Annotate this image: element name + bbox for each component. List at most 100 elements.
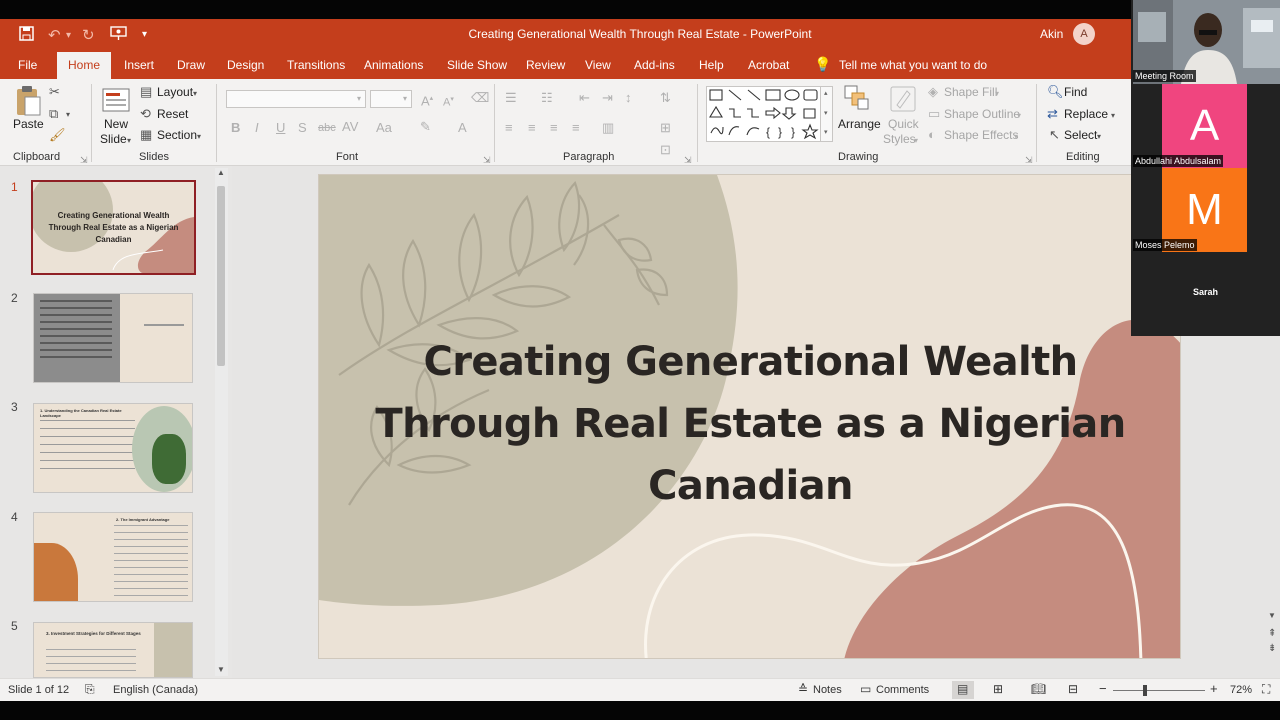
font-name-dropdown-icon[interactable]: ▾: [357, 92, 361, 106]
accessibility-icon[interactable]: ⎘: [85, 682, 95, 697]
shapes-gallery[interactable]: {}}: [706, 86, 833, 142]
new-slide-dropdown-icon[interactable]: ▾: [127, 134, 131, 148]
thumbnail-scrollbar[interactable]: ▲ ▼: [215, 168, 228, 676]
language-indicator[interactable]: English (Canada): [113, 684, 198, 696]
shadow-icon[interactable]: S: [298, 121, 307, 135]
cut-icon[interactable]: ✂: [49, 85, 60, 99]
layout-icon[interactable]: ▤: [140, 85, 152, 99]
slide-thumbnail-3[interactable]: 1. Understanding the Canadian Real Estat…: [33, 403, 193, 493]
zoom-slider-thumb[interactable]: [1143, 685, 1147, 696]
canvas-scroll-down-icon[interactable]: ▼: [1268, 611, 1276, 620]
bold-icon[interactable]: B: [231, 121, 240, 135]
new-slide-icon[interactable]: [102, 85, 132, 115]
previous-slide-icon[interactable]: ⇞: [1268, 628, 1276, 639]
zoom-level[interactable]: 72%: [1230, 684, 1252, 696]
increase-font-icon[interactable]: A▴: [421, 92, 433, 108]
align-right-icon[interactable]: ≡: [550, 121, 558, 135]
normal-view-button[interactable]: ▤: [952, 681, 974, 699]
shape-fill-button[interactable]: Shape Fill: [944, 85, 997, 99]
select-dropdown-icon[interactable]: ▾: [1097, 130, 1101, 144]
zoom-in-icon[interactable]: +: [1210, 681, 1218, 696]
select-button[interactable]: Select: [1064, 128, 1097, 142]
slide-show-view-icon[interactable]: ⊟: [1068, 682, 1078, 696]
replace-button[interactable]: Replace: [1064, 107, 1108, 121]
paste-button[interactable]: Paste: [13, 117, 44, 131]
slide-thumbnail-1[interactable]: Creating Generational Wealth Through Rea…: [31, 180, 196, 275]
copy-dropdown-icon[interactable]: ▾: [66, 108, 70, 122]
tab-file[interactable]: File: [18, 58, 37, 72]
tab-transitions[interactable]: Transitions: [287, 58, 345, 72]
quick-styles-dropdown-icon[interactable]: ▾: [914, 134, 918, 148]
scroll-thumb[interactable]: [217, 186, 225, 366]
tab-add-ins[interactable]: Add-ins: [634, 58, 675, 72]
scroll-down-icon[interactable]: ▼: [217, 665, 225, 674]
numbering-icon[interactable]: ☷: [541, 91, 553, 105]
gallery-more-icon[interactable]: ▾: [824, 128, 828, 136]
copy-icon[interactable]: ⧉: [49, 107, 58, 121]
slide-1[interactable]: Creating Generational Wealth Through Rea…: [318, 174, 1181, 659]
user-name[interactable]: Akin: [1040, 27, 1063, 41]
columns-icon[interactable]: ▥: [602, 121, 614, 135]
slide-title[interactable]: Creating Generational Wealth Through Rea…: [359, 331, 1142, 517]
slide-thumbnail-5[interactable]: 3. Investment Strategies for Different S…: [33, 622, 193, 678]
tab-view[interactable]: View: [585, 58, 611, 72]
arrange-icon[interactable]: [844, 85, 870, 111]
quick-styles-label-1[interactable]: Quick: [888, 117, 919, 131]
layout-dropdown-icon[interactable]: ▾: [193, 87, 197, 101]
tab-slide-show[interactable]: Slide Show: [447, 58, 507, 72]
layout-button[interactable]: Layout: [157, 85, 193, 99]
align-text-icon[interactable]: ⊞: [660, 121, 671, 135]
reset-icon[interactable]: ⟲: [140, 107, 151, 121]
section-icon[interactable]: ▦: [140, 128, 152, 142]
select-icon[interactable]: ↖: [1049, 128, 1060, 142]
clear-formatting-icon[interactable]: ⌫: [471, 91, 489, 105]
font-name-combo[interactable]: [226, 90, 366, 108]
shape-effects-button[interactable]: Shape Effects: [944, 128, 1019, 142]
tab-home[interactable]: Home: [57, 52, 111, 79]
format-painter-icon[interactable]: 🖌: [49, 128, 66, 142]
scroll-up-icon[interactable]: ▲: [217, 168, 225, 177]
find-icon[interactable]: 🔍︎: [1047, 85, 1064, 99]
zoom-slider[interactable]: [1113, 690, 1205, 691]
arrange-button[interactable]: Arrange: [838, 117, 881, 131]
tab-insert[interactable]: Insert: [124, 58, 154, 72]
new-slide-label-2[interactable]: Slide: [100, 132, 127, 146]
slide-thumbnail-2[interactable]: [33, 293, 193, 383]
font-launcher-icon[interactable]: ⇲: [483, 153, 491, 167]
drawing-launcher-icon[interactable]: ⇲: [1025, 153, 1033, 167]
increase-indent-icon[interactable]: ⇥: [602, 91, 613, 105]
slide-sorter-icon[interactable]: ⊞: [993, 682, 1003, 696]
paste-icon[interactable]: [14, 85, 42, 117]
reset-button[interactable]: Reset: [157, 107, 188, 121]
find-button[interactable]: Find: [1064, 85, 1087, 99]
gallery-down-icon[interactable]: ▾: [824, 109, 828, 117]
font-color-icon[interactable]: A: [458, 121, 467, 135]
line-spacing-icon[interactable]: ↕: [625, 91, 632, 105]
section-button[interactable]: Section: [157, 128, 197, 142]
shape-effects-icon[interactable]: ◐: [928, 128, 936, 142]
shape-fill-dropdown-icon[interactable]: ▾: [995, 87, 999, 101]
new-slide-label-1[interactable]: New: [104, 117, 128, 131]
tab-draw[interactable]: Draw: [177, 58, 205, 72]
character-spacing-icon[interactable]: AV: [342, 120, 358, 134]
notes-button[interactable]: Notes: [813, 684, 842, 696]
comments-icon[interactable]: ▭: [860, 682, 871, 696]
shape-effects-dropdown-icon[interactable]: ▾: [1014, 130, 1018, 144]
decrease-font-icon[interactable]: A▾: [443, 93, 454, 110]
shapes-gallery-scroll[interactable]: ▴ ▾ ▾: [820, 86, 833, 142]
tab-acrobat[interactable]: Acrobat: [748, 58, 789, 72]
zoom-out-icon[interactable]: −: [1099, 681, 1107, 696]
reading-view-icon[interactable]: 📖︎: [1031, 682, 1046, 696]
replace-icon[interactable]: ⇄: [1047, 107, 1058, 121]
quick-styles-label-2[interactable]: Styles: [883, 132, 916, 146]
paragraph-launcher-icon[interactable]: ⇲: [684, 153, 692, 167]
clipboard-launcher-icon[interactable]: ⇲: [80, 153, 88, 167]
tab-help[interactable]: Help: [699, 58, 724, 72]
tab-review[interactable]: Review: [526, 58, 565, 72]
align-center-icon[interactable]: ≡: [528, 121, 536, 135]
shape-outline-icon[interactable]: ▭: [928, 107, 940, 121]
section-dropdown-icon[interactable]: ▾: [197, 130, 201, 144]
font-size-dropdown-icon[interactable]: ▾: [403, 92, 407, 106]
comments-button[interactable]: Comments: [876, 684, 929, 696]
gallery-up-icon[interactable]: ▴: [824, 89, 828, 97]
